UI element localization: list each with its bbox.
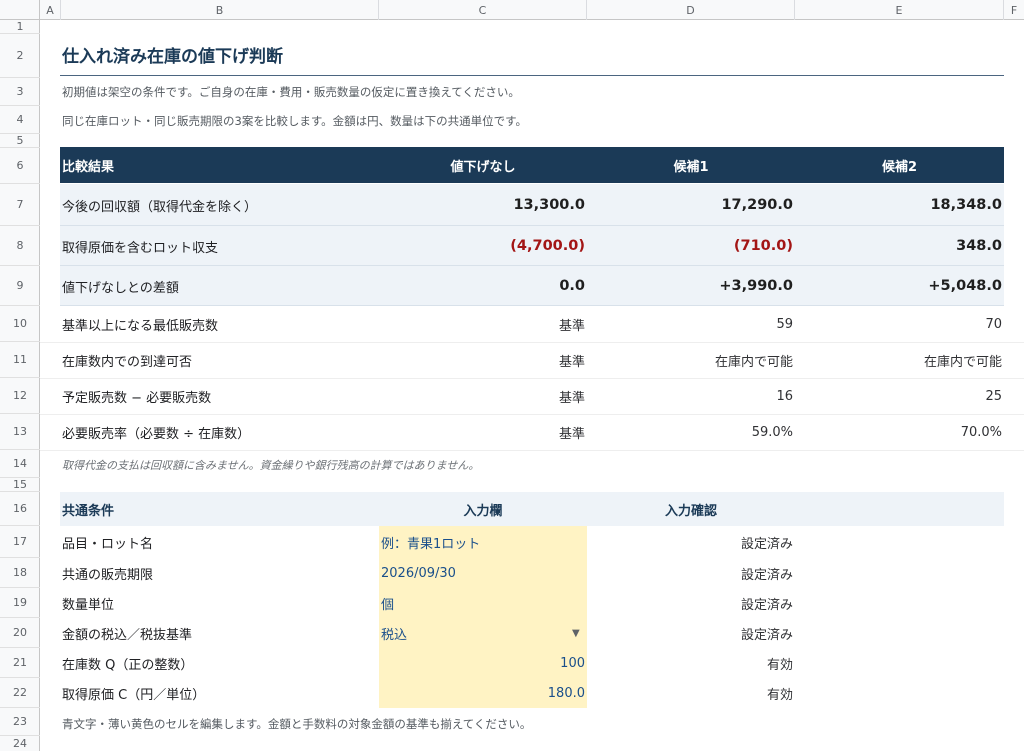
result-min-sales-no-markdown[interactable]: 基準: [379, 306, 585, 342]
condition-label-quantity[interactable]: 在庫数 Q（正の整数）: [62, 648, 193, 678]
quantity-input[interactable]: 100: [381, 648, 585, 678]
row-header-6[interactable]: 6: [0, 148, 40, 184]
result-reach-no-markdown[interactable]: 基準: [379, 342, 585, 378]
row-header-12[interactable]: 12: [0, 378, 40, 414]
result-margin-candidate-1[interactable]: 16: [587, 378, 793, 414]
result-reach-candidate-1[interactable]: 在庫内で可能: [587, 342, 793, 378]
note-row-4: 同じ在庫ロット・同じ販売期限の3案を比較します。金額は円、数量は下の共通単位です…: [62, 114, 528, 128]
result-rate-candidate-1[interactable]: 59.0%: [587, 414, 793, 450]
results-header-label: 比較結果: [62, 159, 115, 175]
result-balance-candidate-1[interactable]: (710.0): [587, 226, 793, 266]
results-header-candidate-1: 候補1: [673, 159, 709, 175]
row-header-13[interactable]: 13: [0, 414, 40, 450]
result-balance-no-markdown[interactable]: (4,700.0): [379, 226, 585, 266]
row-header-17[interactable]: 17: [0, 526, 40, 558]
row-header-19[interactable]: 19: [0, 588, 40, 618]
unit-cost-status[interactable]: 有効: [587, 678, 793, 708]
result-label-recovery[interactable]: 今後の回収額（取得代金を除く）: [62, 184, 257, 226]
row-header-11[interactable]: 11: [0, 342, 40, 378]
row-header-4[interactable]: 4: [0, 106, 40, 134]
row-header-23[interactable]: 23: [0, 708, 40, 736]
result-label-difference[interactable]: 値下げなしとの差額: [62, 266, 179, 306]
conditions-header-input: 入力欄: [463, 503, 503, 519]
result-label-margin[interactable]: 予定販売数 − 必要販売数: [62, 378, 211, 414]
results-header-candidate-2: 候補2: [881, 159, 918, 175]
row-header-8[interactable]: 8: [0, 226, 40, 266]
row-header-7[interactable]: 7: [0, 184, 40, 226]
column-header-f[interactable]: F: [1004, 0, 1024, 20]
result-diff-candidate-1[interactable]: +3,990.0: [587, 266, 793, 306]
column-header-c[interactable]: C: [379, 0, 587, 20]
condition-label-item[interactable]: 品目・ロット名: [62, 526, 153, 558]
column-header-b[interactable]: B: [61, 0, 379, 20]
row-header-24[interactable]: 24: [0, 736, 40, 751]
row-header-10[interactable]: 10: [0, 306, 40, 342]
unit-input[interactable]: 個: [381, 588, 585, 618]
result-rate-candidate-2[interactable]: 70.0%: [795, 414, 1002, 450]
deadline-status[interactable]: 設定済み: [587, 558, 793, 588]
result-diff-no-markdown[interactable]: 0.0: [379, 266, 585, 306]
row-header-2[interactable]: 2: [0, 34, 40, 78]
condition-label-cost[interactable]: 取得原価 C（円／単位）: [62, 678, 205, 708]
result-label-min-sales[interactable]: 基準以上になる最低販売数: [62, 306, 218, 342]
conditions-header-label: 共通条件: [62, 503, 115, 519]
column-header-d[interactable]: D: [587, 0, 795, 20]
page-title: 仕入れ済み在庫の値下げ判断: [62, 47, 283, 67]
result-label-lot-balance[interactable]: 取得原価を含むロット収支: [62, 226, 218, 266]
row-header-18[interactable]: 18: [0, 558, 40, 588]
condition-label-unit[interactable]: 数量単位: [62, 588, 114, 618]
tax-basis-status[interactable]: 設定済み: [587, 618, 793, 648]
condition-label-tax-basis[interactable]: 金額の税込／税抜基準: [62, 618, 192, 648]
result-margin-candidate-2[interactable]: 25: [795, 378, 1002, 414]
conditions-header-check: 入力確認: [664, 503, 717, 519]
title-underline: [60, 75, 1004, 76]
row-header-1[interactable]: 1: [0, 20, 40, 34]
row-header-3[interactable]: 3: [0, 78, 40, 106]
row-header-9[interactable]: 9: [0, 266, 40, 306]
result-rate-no-markdown[interactable]: 基準: [379, 414, 585, 450]
row-header-16[interactable]: 16: [0, 492, 40, 526]
row-header-14[interactable]: 14: [0, 450, 40, 478]
tax-basis-select[interactable]: 税込: [381, 618, 561, 648]
dropdown-triangle-icon[interactable]: ▼: [572, 618, 584, 648]
result-recovery-candidate-1[interactable]: 17,290.0: [587, 184, 793, 226]
item-name-status[interactable]: 設定済み: [587, 526, 793, 558]
row-header-22[interactable]: 22: [0, 678, 40, 708]
row-header-20[interactable]: 20: [0, 618, 40, 648]
result-min-sales-candidate-1[interactable]: 59: [587, 306, 793, 342]
result-margin-no-markdown[interactable]: 基準: [379, 378, 585, 414]
result-recovery-no-markdown[interactable]: 13,300.0: [379, 184, 585, 226]
row-header-5[interactable]: 5: [0, 134, 40, 148]
gridline: [40, 450, 1024, 451]
item-name-input[interactable]: 例：青果1ロット: [381, 526, 585, 558]
result-diff-candidate-2[interactable]: +5,048.0: [795, 266, 1002, 306]
column-header-a[interactable]: A: [40, 0, 61, 20]
result-min-sales-candidate-2[interactable]: 70: [795, 306, 1002, 342]
row-header-15[interactable]: 15: [0, 478, 40, 492]
result-balance-candidate-2[interactable]: 348.0: [795, 226, 1002, 266]
result-label-required-rate[interactable]: 必要販売率（必要数 ÷ 在庫数）: [62, 414, 250, 450]
unit-cost-input[interactable]: 180.0: [381, 678, 585, 708]
results-header-no-markdown: 値下げなし: [450, 159, 516, 175]
unit-status[interactable]: 設定済み: [587, 588, 793, 618]
note-row-14: 取得代金の支払は回収額に含みません。資金繰りや銀行残高の計算ではありません。: [62, 459, 480, 472]
column-header-e[interactable]: E: [795, 0, 1004, 20]
condition-label-deadline[interactable]: 共通の販売期限: [62, 558, 153, 588]
result-label-reachability[interactable]: 在庫数内での到達可否: [62, 342, 192, 378]
row-header-21[interactable]: 21: [0, 648, 40, 678]
result-recovery-candidate-2[interactable]: 18,348.0: [795, 184, 1002, 226]
deadline-input[interactable]: 2026/09/30: [381, 558, 585, 588]
quantity-status[interactable]: 有効: [587, 648, 793, 678]
note-row-3: 初期値は架空の条件です。ご自身の在庫・費用・販売数量の仮定に置き換えてください。: [62, 85, 520, 99]
result-reach-candidate-2[interactable]: 在庫内で可能: [795, 342, 1002, 378]
select-all-corner[interactable]: [0, 0, 40, 20]
note-row-23: 青文字・薄い黄色のセルを編集します。金額と手数料の対象金額の基準も揃えてください…: [62, 717, 532, 731]
